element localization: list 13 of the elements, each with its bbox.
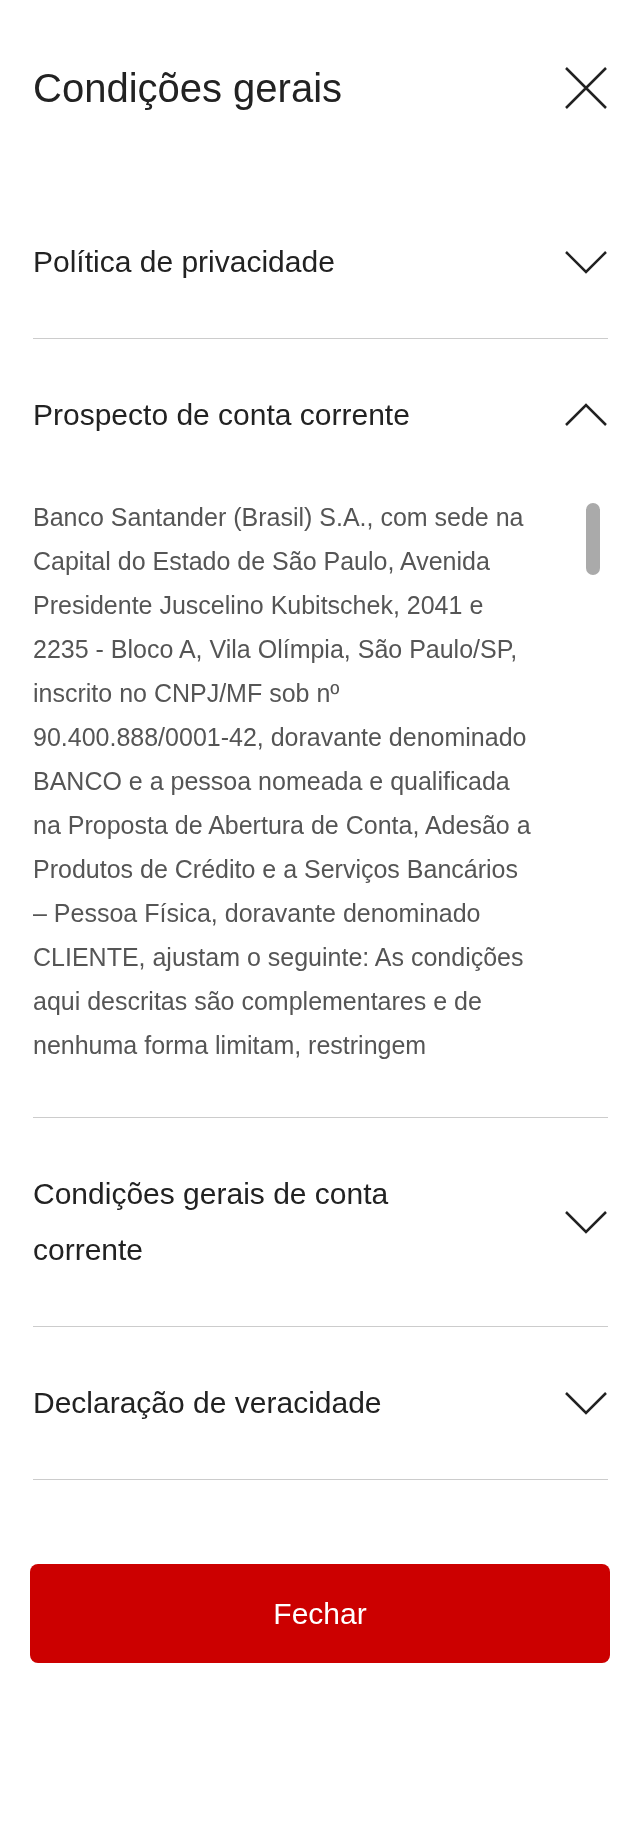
accordion-header[interactable]: Prospecto de conta corrente: [33, 339, 608, 491]
accordion-header[interactable]: Política de privacidade: [33, 186, 608, 338]
chevron-down-icon: [564, 1391, 608, 1415]
accordion-header[interactable]: Condições gerais de conta corrente: [33, 1118, 608, 1326]
close-icon[interactable]: [564, 66, 608, 110]
accordion-header[interactable]: Declaração de veracidade: [33, 1327, 608, 1479]
chevron-up-icon: [564, 403, 608, 427]
scrollbar-thumb[interactable]: [586, 503, 600, 575]
terms-text: Banco Santander (Brasil) S.A., com sede na Capital do Estado de São Paulo, Avenida Presidente Juscelino Kubitschek, 2041 e 2235 - Bloco A, Vila Olímpia, São Paulo/SP, inscrito no CNPJ/MF sob nº 90.400.888/0001-42, doravante denominado BANCO e a pessoa nomeada e qualificada na Proposta de Abertura de Conta, Adesão a Produtos de Crédito e a Serviços Bancários – Pessoa Física, doravante denominado CLIENTE, ajustam o seguinte: As condições aqui descritas são complementares e de nenhuma forma limitam, restringem: [33, 502, 532, 1061]
dialog-title: Condições gerais: [33, 65, 343, 111]
close-button[interactable]: Fechar: [30, 1564, 610, 1663]
chevron-down-icon: [564, 1210, 608, 1234]
chevron-down-icon: [564, 250, 608, 274]
